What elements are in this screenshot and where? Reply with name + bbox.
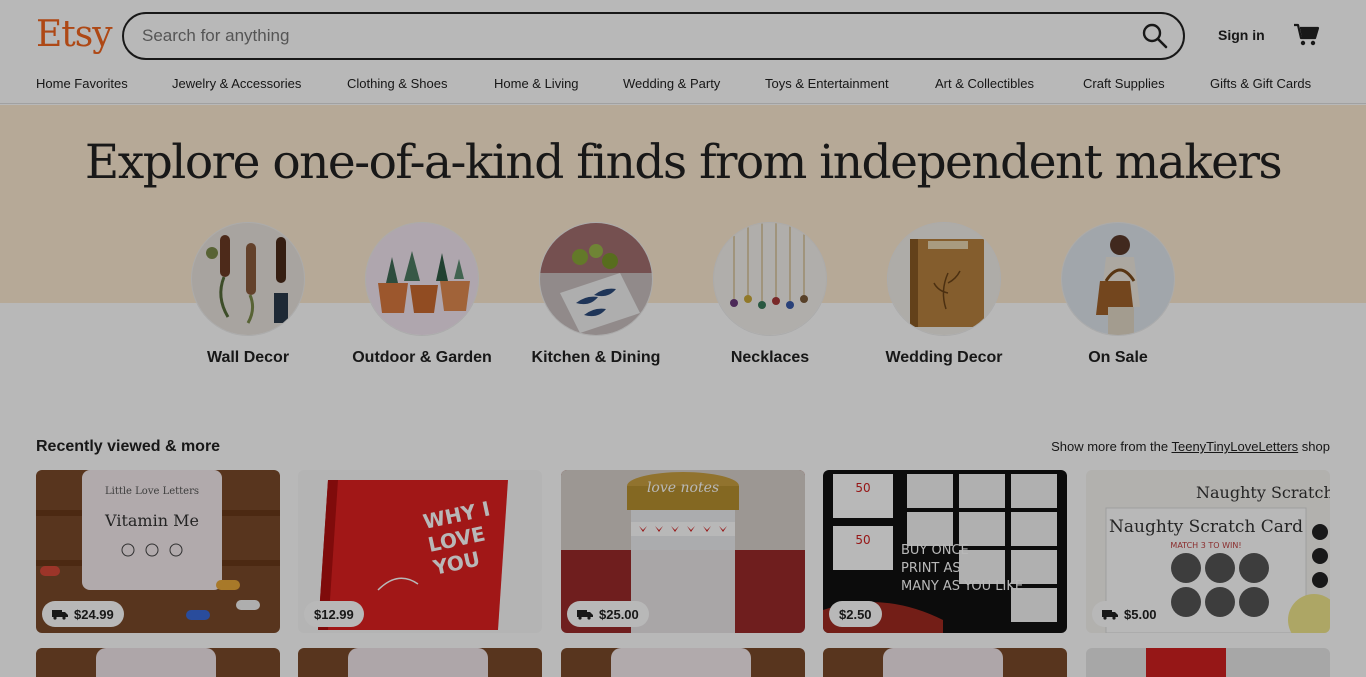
category-image [1061,222,1175,336]
svg-text:50: 50 [855,481,870,495]
nav-gifts-gift-cards[interactable]: Gifts & Gift Cards [1210,76,1311,91]
svg-text:MATCH 3 TO WIN!: MATCH 3 TO WIN! [1170,541,1241,550]
listing-card[interactable]: Naughty Scratch Ca Naughty Scratch Card MA… [1086,470,1330,633]
category-wedding-decor[interactable]: Wedding Decor [857,222,1031,368]
category-label: Wall Decor [206,349,290,366]
listing-card[interactable] [561,648,805,677]
svg-text:50: 50 [855,533,870,547]
svg-text:PRINT AS: PRINT AS [901,561,961,576]
listing-card[interactable] [36,648,280,677]
category-wall-decor[interactable]: Wall Decor [161,222,335,368]
price-badge: $25.00 [567,601,649,627]
category-on-sale[interactable]: On Sale [1031,222,1205,368]
category-label: Kitchen & Dining [531,349,661,366]
site-header: Etsy Sign in Home Favorites Jewelry & Ac… [0,0,1366,104]
listing-card[interactable]: love notes $25.00 [561,470,805,633]
price-text: $24.99 [74,606,114,622]
nav-toys-entertainment[interactable]: Toys & Entertainment [765,76,889,91]
category-image [365,222,479,336]
search-icon[interactable] [1141,22,1169,50]
category-outdoor-garden[interactable]: Outdoor & Garden [335,222,509,368]
category-image [713,222,827,336]
show-more-prefix: Show more from the [1051,439,1172,454]
shopping-cart-icon[interactable] [1292,22,1320,48]
listing-image [823,648,1067,677]
price-text: $5.00 [1124,606,1157,622]
search-bar [122,12,1185,60]
svg-text:Little Love Letters: Little Love Letters [105,486,199,497]
price-text: $12.99 [314,606,354,622]
listing-image [36,648,280,677]
category-label: Necklaces [730,349,810,366]
nav-jewelry-accessories[interactable]: Jewelry & Accessories [172,76,301,91]
nav-craft-supplies[interactable]: Craft Supplies [1083,76,1165,91]
nav-home-favorites[interactable]: Home Favorites [36,76,128,91]
show-more-from-shop: Show more from the TeenyTinyLoveLetters … [1051,439,1330,454]
price-badge: $24.99 [42,601,124,627]
hero-title: Explore one-of-a-kind finds from indepen… [84,135,1283,190]
etsy-logo[interactable]: Etsy [36,14,113,55]
category-image [539,222,653,336]
price-text: $25.00 [599,606,639,622]
sign-in-link[interactable]: Sign in [1218,27,1265,43]
free-shipping-truck-icon [577,610,593,620]
recently-viewed-title: Recently viewed & more [36,438,221,455]
search-input[interactable] [142,14,1122,58]
nav-wedding-party[interactable]: Wedding & Party [623,76,720,91]
etsy-homepage: Etsy Sign in Home Favorites Jewelry & Ac… [0,0,1366,677]
svg-text:Vitamin Me: Vitamin Me [104,511,199,530]
price-badge: $12.99 [304,601,364,627]
category-label: On Sale [1088,349,1148,366]
listing-card[interactable]: WHY I LOVE YOU $12.99 [298,470,542,633]
price-text: $2.50 [839,606,872,622]
listing-image [1086,648,1330,677]
svg-text:love notes: love notes [647,480,719,496]
category-kitchen-dining[interactable]: Kitchen & Dining [509,222,683,368]
svg-text:Naughty Scratch Ca: Naughty Scratch Ca [1196,483,1330,502]
category-image [191,222,305,336]
listing-card[interactable]: Little Love Letters Vitamin Me $24.99 [36,470,280,633]
svg-text:Naughty Scratch Card: Naughty Scratch Card [1109,517,1303,537]
shop-link[interactable]: TeenyTinyLoveLetters [1171,439,1298,454]
listing-image [298,648,542,677]
listing-card[interactable] [1086,648,1330,677]
category-necklaces[interactable]: Necklaces [683,222,857,368]
svg-text:BUY ONCE: BUY ONCE [901,543,969,558]
price-badge: $2.50 [829,601,882,627]
price-badge: $5.00 [1092,601,1167,627]
nav-home-living[interactable]: Home & Living [494,76,579,91]
show-more-suffix: shop [1298,439,1330,454]
category-nav: Home Favorites Jewelry & Accessories Clo… [0,76,1366,96]
nav-art-collectibles[interactable]: Art & Collectibles [935,76,1034,91]
free-shipping-truck-icon [1102,610,1118,620]
listing-image [561,648,805,677]
category-image [887,222,1001,336]
svg-text:MANY AS YOU LIKE: MANY AS YOU LIKE [901,579,1023,594]
category-label: Outdoor & Garden [352,349,492,366]
category-label: Wedding Decor [885,349,1003,366]
listing-card[interactable] [823,648,1067,677]
nav-clothing-shoes[interactable]: Clothing & Shoes [347,76,447,91]
free-shipping-truck-icon [52,610,68,620]
listing-card[interactable] [298,648,542,677]
listing-card[interactable]: 50 50 BUY ONCE PRINT AS MANY AS YOU LIKE $2.… [823,470,1067,633]
